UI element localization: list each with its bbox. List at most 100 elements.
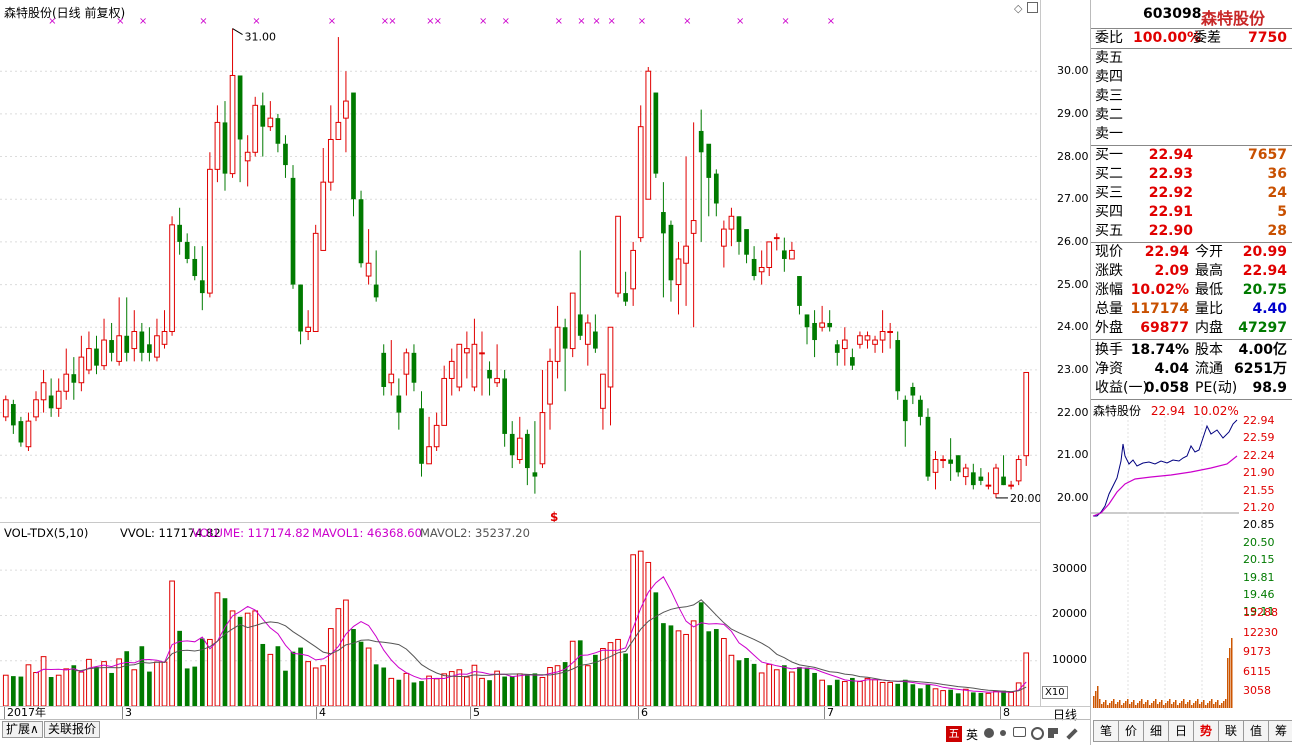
right-tab[interactable]: 筹: [1268, 720, 1292, 742]
candle-body-down: [532, 472, 538, 477]
buy-row[interactable]: 买一 22.94 7657: [1093, 146, 1292, 165]
sell-row[interactable]: 卖五: [1093, 49, 1292, 68]
intraday-volume-bar: [1121, 705, 1123, 708]
sell-row[interactable]: 卖一: [1093, 125, 1292, 144]
ime-english-icon[interactable]: 英: [966, 726, 978, 743]
buy-row[interactable]: 买二 22.93 36: [1093, 165, 1292, 184]
fund-cell: 股本: [1195, 342, 1223, 358]
intraday-volume-bar: [1175, 700, 1177, 708]
candle-body-down: [744, 229, 749, 255]
person-icon[interactable]: [1031, 727, 1044, 740]
intraday-volume-bar: [1147, 700, 1149, 708]
right-tab[interactable]: 日: [1168, 720, 1194, 742]
moon-icon[interactable]: [984, 728, 994, 738]
candle-body-down: [373, 284, 379, 298]
volume-bar-down: [668, 625, 674, 706]
event-marker: ×: [781, 16, 789, 27]
tab-expand[interactable]: 扩展∧: [2, 721, 43, 738]
candle-body-up: [683, 245, 689, 264]
intraday-price-label: 20.15: [1243, 553, 1275, 567]
candle-body-up: [471, 343, 478, 388]
intraday-volume-bar: [1139, 701, 1141, 708]
volume-bar-up: [600, 647, 606, 707]
candle-body-down: [902, 399, 908, 422]
intraday-volume-bar: [1227, 658, 1229, 708]
candle-body-down: [298, 284, 303, 332]
volume-bar-up: [962, 688, 969, 707]
intraday-price-label: 22.59: [1243, 431, 1275, 445]
row-label: 买三: [1095, 185, 1123, 201]
sell-row[interactable]: 卖三: [1093, 87, 1292, 106]
sell-row[interactable]: 卖四: [1093, 68, 1292, 87]
volume-bar-up: [985, 692, 992, 707]
date-axis-label: 6: [638, 707, 648, 719]
kline-chart[interactable]: 森特股份(日线 前复权) × × × × × × × × × × × × × × × × × × × × × 31.00 2…: [0, 0, 1041, 522]
intraday-volume-label: 12230: [1243, 625, 1278, 639]
low-annotation-label: 20.00: [1010, 492, 1040, 505]
candle-body-down: [736, 216, 742, 242]
volume-chart[interactable]: VOL-TDX(5,10) VVOL: 117174.82 VOLUME: 11…: [0, 522, 1068, 707]
candle-body-up: [1008, 484, 1014, 487]
right-tab[interactable]: 势: [1193, 720, 1219, 742]
stat-row: 涨幅 10.02% 最低 20.75: [1093, 281, 1292, 300]
row-label: 卖五: [1095, 50, 1123, 66]
candle-body-down: [411, 352, 417, 383]
candle-body-up: [766, 241, 773, 268]
tab-related-quotes[interactable]: 关联报价: [44, 721, 101, 738]
intraday-volume-bar: [1093, 696, 1095, 708]
volume-bar-up: [131, 669, 138, 707]
weicha-label: 委差: [1193, 30, 1221, 46]
row-price: 22.93: [1148, 166, 1193, 182]
dot-icon[interactable]: [1000, 730, 1006, 736]
buy-row[interactable]: 买四 22.91 5: [1093, 203, 1292, 222]
candle-body-up: [607, 326, 614, 388]
intraday-price-label: 20.50: [1243, 535, 1275, 549]
row-price: 22.91: [1148, 204, 1193, 220]
volume-bar-down: [751, 663, 757, 706]
date-axis-label: 7: [824, 707, 834, 719]
right-tab[interactable]: 价: [1118, 720, 1144, 742]
right-tab[interactable]: 细: [1143, 720, 1169, 742]
candle-body-down: [978, 476, 984, 481]
sell-row[interactable]: 卖二: [1093, 106, 1292, 125]
ime-wubi-icon[interactable]: 五: [946, 726, 962, 742]
candle-body-down: [948, 459, 953, 464]
candle-body-up: [161, 331, 168, 345]
stat-cell: 涨跌: [1095, 263, 1123, 279]
right-tab[interactable]: 笔: [1093, 720, 1119, 742]
candle-body-up: [615, 215, 621, 294]
intraday-volume-bar: [1145, 702, 1147, 708]
volume-bar-down: [419, 681, 424, 706]
stat-cell: 现价: [1095, 244, 1123, 260]
volume-bar-up: [1015, 682, 1022, 707]
candle-body-up: [554, 326, 561, 362]
row-volume: 7657: [1248, 147, 1287, 163]
candle-body-down: [18, 421, 24, 443]
keyboard-icon[interactable]: [1013, 727, 1026, 737]
candle-body-up: [131, 331, 138, 350]
candle-body-up: [426, 446, 432, 465]
intraday-volume-bar: [1181, 701, 1183, 708]
buy-row[interactable]: 买三 22.92 24: [1093, 184, 1292, 203]
row-label: 买五: [1095, 223, 1123, 239]
candle-body-up: [40, 382, 47, 401]
candle-body-up: [857, 335, 863, 345]
fund-row: 换手 18.74% 股本 4.00亿: [1093, 341, 1292, 360]
event-marker: ×: [607, 16, 615, 27]
intraday-chart[interactable]: [1091, 416, 1241, 716]
diamond-icon[interactable]: ◇: [1014, 2, 1022, 15]
volume-bar-up: [312, 667, 319, 707]
intraday-volume-bar: [1165, 703, 1167, 708]
right-tab[interactable]: 值: [1243, 720, 1269, 742]
intraday-volume-bar: [1187, 702, 1189, 708]
buy-row[interactable]: 买五 22.90 28: [1093, 222, 1292, 241]
intraday-volume-bar: [1223, 701, 1225, 708]
window-box-icon[interactable]: [1027, 2, 1038, 13]
intraday-volume-bar: [1173, 702, 1175, 708]
volume-bar-down: [706, 631, 712, 706]
right-tab[interactable]: 联: [1218, 720, 1244, 742]
volume-bar-down: [834, 679, 840, 706]
candle-body-up: [169, 224, 175, 333]
volume-bar-up: [320, 665, 327, 707]
volume-bar-up: [78, 671, 85, 707]
